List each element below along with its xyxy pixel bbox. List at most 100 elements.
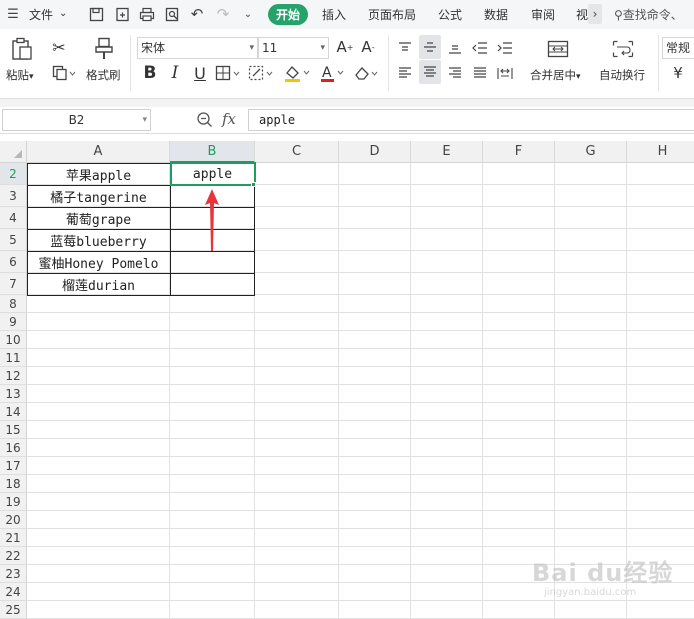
row-header-25[interactable]: 25 <box>0 601 27 619</box>
redo-icon[interactable]: ↷ <box>214 5 232 23</box>
selected-cell-b2[interactable] <box>170 162 256 186</box>
fill-color-icon[interactable] <box>282 63 312 83</box>
row-header-16[interactable]: 16 <box>0 439 27 457</box>
clear-format-icon[interactable] <box>352 63 380 83</box>
row-header-21[interactable]: 21 <box>0 529 27 547</box>
paste-button[interactable]: 粘贴▾ <box>6 67 34 83</box>
justify-icon[interactable] <box>470 63 490 83</box>
paste-icon[interactable] <box>9 36 35 62</box>
column-header-a[interactable]: A <box>27 141 170 163</box>
row-header-12[interactable]: 12 <box>0 367 27 385</box>
decrease-indent-icon[interactable] <box>470 38 490 58</box>
column-header-g[interactable]: G <box>555 141 627 163</box>
merge-center-icon[interactable] <box>546 39 570 59</box>
row-header-2[interactable]: 2 <box>0 163 27 185</box>
cell-a3[interactable]: 橘子tangerine <box>27 185 170 207</box>
formula-input[interactable]: apple <box>248 109 694 131</box>
format-painter-icon[interactable] <box>91 36 117 62</box>
cell-b6[interactable] <box>170 251 255 273</box>
row-header-17[interactable]: 17 <box>0 457 27 475</box>
row-header-22[interactable]: 22 <box>0 547 27 565</box>
currency-format-icon[interactable]: ¥ <box>668 63 688 83</box>
cell-a5[interactable]: 蓝莓blueberry <box>27 229 170 251</box>
row-header-9[interactable]: 9 <box>0 313 27 331</box>
undo-icon[interactable]: ↶ <box>188 5 206 23</box>
merge-center-button[interactable]: 合并居中▾ <box>530 67 581 83</box>
tab-review[interactable]: 审阅 <box>531 6 555 23</box>
insert-function-icon[interactable]: fx <box>222 110 236 128</box>
font-size-select[interactable]: 11 ▾ <box>258 37 329 59</box>
command-search[interactable]: ⚲查找命令、 <box>614 6 683 23</box>
wrap-text-button[interactable]: 自动换行 <box>599 67 645 83</box>
cell-a7[interactable]: 榴莲durian <box>27 273 170 295</box>
column-header-b[interactable]: B <box>170 141 255 163</box>
wrap-text-icon[interactable] <box>611 39 635 59</box>
align-top-icon[interactable] <box>395 38 415 58</box>
row-header-13[interactable]: 13 <box>0 385 27 403</box>
chevron-right-icon[interactable]: › <box>588 4 602 24</box>
tab-view[interactable]: 视 <box>576 6 588 23</box>
borders-icon[interactable] <box>214 63 242 83</box>
distributed-align-icon[interactable] <box>495 63 515 83</box>
align-middle-icon[interactable] <box>419 35 441 59</box>
cell-a4[interactable]: 葡萄grape <box>27 207 170 229</box>
row-header-5[interactable]: 5 <box>0 229 27 251</box>
row-header-19[interactable]: 19 <box>0 493 27 511</box>
increase-indent-icon[interactable] <box>495 38 515 58</box>
row-header-3[interactable]: 3 <box>0 185 27 207</box>
font-color-icon[interactable]: A <box>318 63 346 83</box>
cut-icon[interactable]: ✂ <box>49 37 69 57</box>
increase-font-icon[interactable]: A + <box>336 38 354 56</box>
cell-style-icon[interactable] <box>247 63 275 83</box>
print-preview-icon[interactable] <box>163 5 181 23</box>
row-header-10[interactable]: 10 <box>0 331 27 349</box>
italic-icon[interactable]: I <box>165 63 185 83</box>
tab-insert[interactable]: 插入 <box>322 6 346 23</box>
row-header-6[interactable]: 6 <box>0 251 27 273</box>
row-header-15[interactable]: 15 <box>0 421 27 439</box>
row-header-11[interactable]: 11 <box>0 349 27 367</box>
chevron-down-icon[interactable]: ⌄ <box>59 8 67 19</box>
cell-b7[interactable] <box>170 273 255 295</box>
bold-icon[interactable]: B <box>140 63 160 83</box>
file-menu[interactable]: 文件 <box>29 6 53 23</box>
format-painter-button[interactable]: 格式刷 <box>86 67 121 83</box>
fill-handle[interactable] <box>251 182 256 187</box>
underline-icon[interactable]: U <box>190 63 210 83</box>
select-all-corner[interactable] <box>0 141 27 163</box>
cell-a2[interactable]: 苹果apple <box>27 163 170 185</box>
row-header-24[interactable]: 24 <box>0 583 27 601</box>
number-format-select[interactable]: 常规 <box>662 37 694 59</box>
copy-icon[interactable] <box>49 64 79 82</box>
align-center-icon[interactable] <box>419 60 441 84</box>
row-header-18[interactable]: 18 <box>0 475 27 493</box>
chevron-down-icon[interactable]: ⌄ <box>239 5 257 23</box>
tab-formulas[interactable]: 公式 <box>438 6 462 23</box>
tab-data[interactable]: 数据 <box>484 6 508 23</box>
name-box[interactable]: B2 ▾ <box>2 109 151 131</box>
tab-home[interactable]: 开始 <box>268 4 308 25</box>
row-header-7[interactable]: 7 <box>0 273 27 295</box>
row-header-23[interactable]: 23 <box>0 565 27 583</box>
column-header-d[interactable]: D <box>339 141 411 163</box>
column-header-e[interactable]: E <box>411 141 483 163</box>
column-header-c[interactable]: C <box>255 141 339 163</box>
align-bottom-icon[interactable] <box>445 38 465 58</box>
decrease-font-icon[interactable]: A- <box>359 38 377 56</box>
column-header-f[interactable]: F <box>483 141 555 163</box>
export-pdf-icon[interactable] <box>113 5 131 23</box>
row-header-14[interactable]: 14 <box>0 403 27 421</box>
print-icon[interactable] <box>138 5 156 23</box>
align-right-icon[interactable] <box>445 63 465 83</box>
zoom-formula-icon[interactable] <box>196 111 214 132</box>
tab-page-layout[interactable]: 页面布局 <box>368 6 416 23</box>
align-left-icon[interactable] <box>395 63 415 83</box>
font-name-select[interactable]: 宋体 ▾ <box>137 37 258 59</box>
cell-a6[interactable]: 蜜柚Honey Pomelo <box>27 251 170 273</box>
row-header-4[interactable]: 4 <box>0 207 27 229</box>
hamburger-menu-icon[interactable]: ☰ <box>4 5 22 23</box>
column-header-h[interactable]: H <box>627 141 694 163</box>
save-icon[interactable] <box>87 5 105 23</box>
row-header-8[interactable]: 8 <box>0 295 27 313</box>
row-header-20[interactable]: 20 <box>0 511 27 529</box>
